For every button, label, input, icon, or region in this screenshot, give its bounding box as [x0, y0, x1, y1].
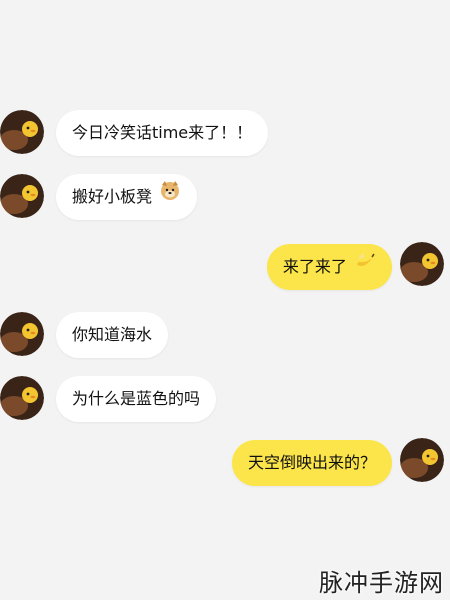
- message-text: 搬好小板凳: [72, 187, 153, 206]
- avatar-image: [0, 110, 44, 154]
- avatar-image: [0, 174, 44, 218]
- message-row: 为什么是蓝色的吗: [0, 370, 450, 434]
- message-bubble[interactable]: 今日冷笑话time来了！！: [56, 110, 269, 156]
- watermark-logo: 脉冲手游网: [319, 569, 444, 597]
- message-row: 天空倒映出来的？: [0, 434, 450, 498]
- message-text: 你知道海水: [72, 325, 153, 344]
- message-bubble[interactable]: 搬好小板凳: [56, 173, 198, 220]
- message-bubble[interactable]: 来了来了: [266, 243, 392, 290]
- banana-emoji-icon: [354, 243, 376, 289]
- message-bubble[interactable]: 天空倒映出来的？: [231, 440, 392, 486]
- avatar[interactable]: [400, 438, 444, 482]
- chat-view: 今日冷笑话time来了！！ 搬好小板凳 来了来了 你知道海水 为什么是蓝色的吗 …: [0, 0, 450, 600]
- message-text: 今日冷笑话time来了！！: [72, 123, 253, 142]
- avatar-image: [400, 242, 444, 286]
- avatar[interactable]: [0, 312, 44, 356]
- avatar[interactable]: [0, 174, 44, 218]
- avatar[interactable]: [0, 110, 44, 154]
- message-row: 你知道海水: [0, 306, 450, 370]
- message-row: 来了来了: [0, 238, 450, 302]
- message-row: 今日冷笑话time来了！！: [0, 104, 450, 168]
- avatar-image: [400, 438, 444, 482]
- message-text: 为什么是蓝色的吗: [72, 389, 201, 408]
- message-bubble[interactable]: 你知道海水: [56, 312, 169, 358]
- doge-emoji-icon: [159, 173, 181, 219]
- message-text: 天空倒映出来的？: [247, 453, 376, 472]
- avatar[interactable]: [400, 242, 444, 286]
- message-text: 来了来了: [282, 257, 347, 276]
- message-bubble[interactable]: 为什么是蓝色的吗: [56, 376, 217, 422]
- avatar-image: [0, 312, 44, 356]
- avatar[interactable]: [0, 376, 44, 420]
- message-row: 搬好小板凳: [0, 168, 450, 232]
- avatar-image: [0, 376, 44, 420]
